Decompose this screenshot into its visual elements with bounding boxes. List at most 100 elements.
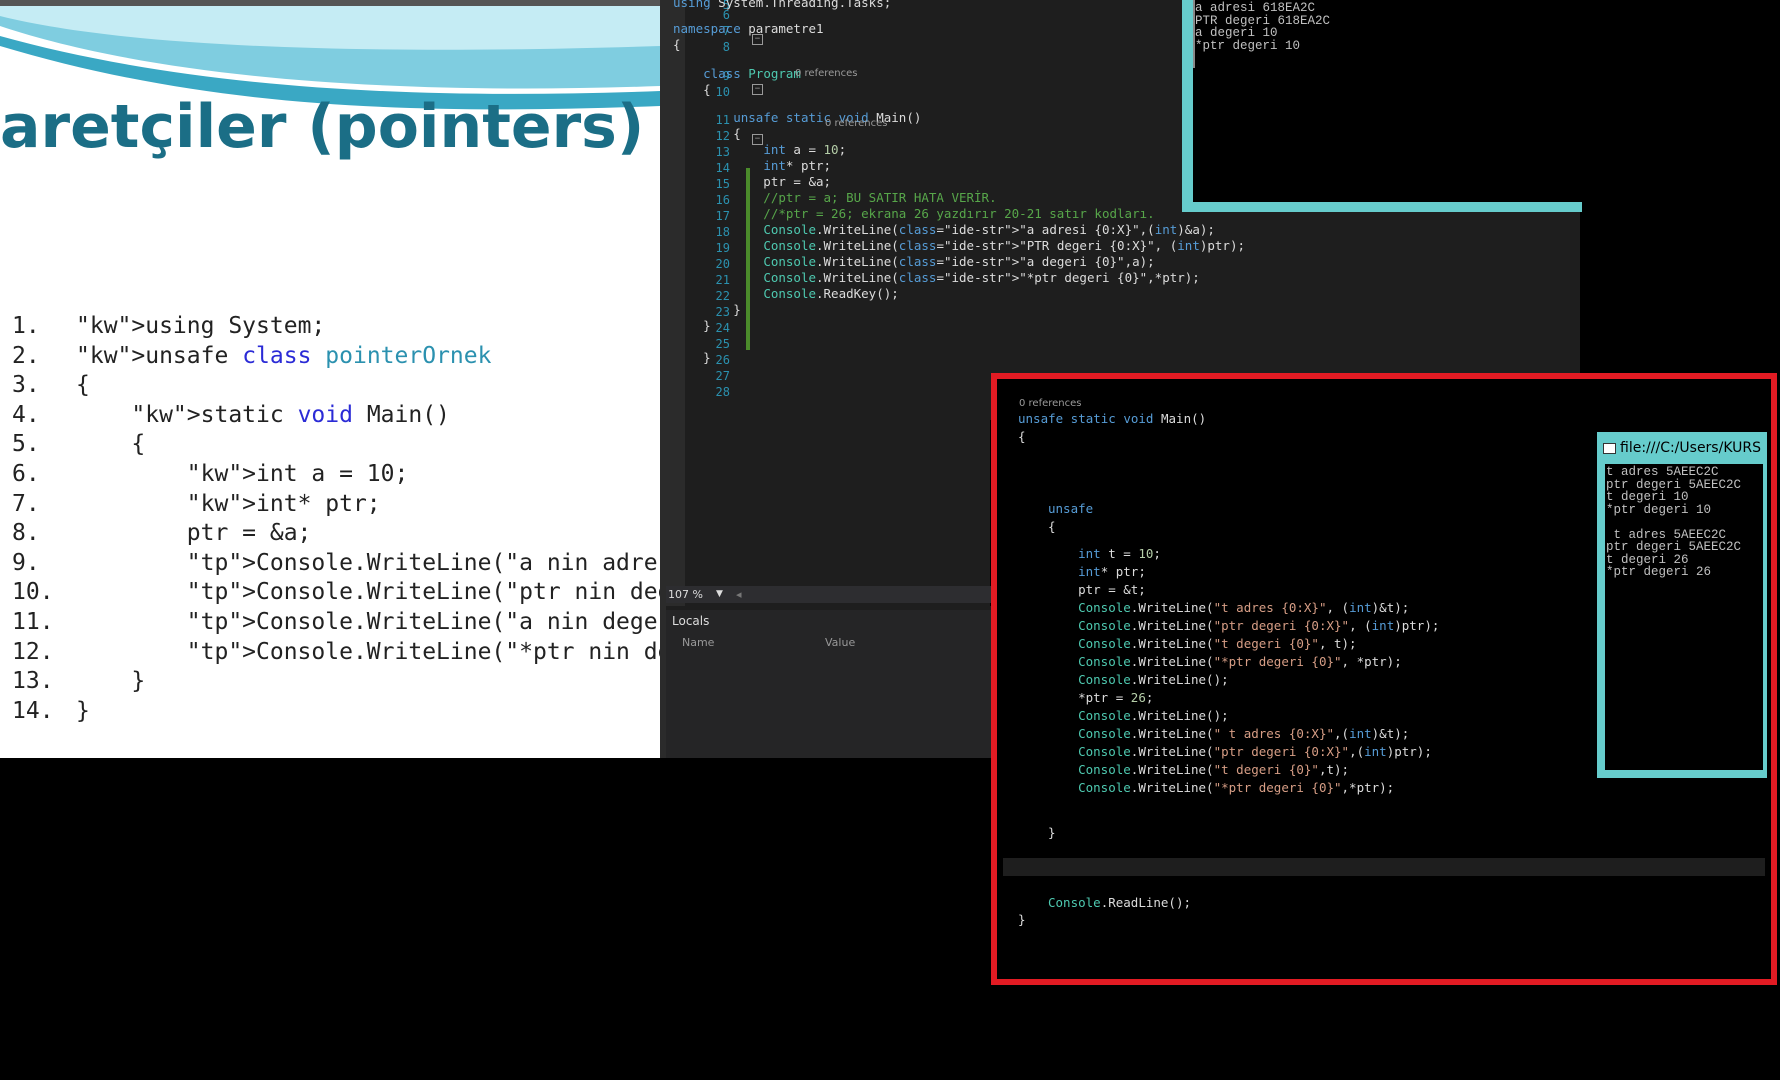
- editor-code-line: }: [673, 318, 711, 333]
- open-brace: {: [1018, 429, 1026, 444]
- slide-code-line: 12. "tp">Console.WriteLine("*ptr nin deg…: [12, 638, 660, 668]
- slide-line-number: 1.: [12, 313, 40, 339]
- slide-line-text: {: [76, 372, 90, 399]
- slide-line-text: }: [76, 697, 90, 724]
- fold-toggle-icon[interactable]: −: [752, 84, 763, 95]
- slide-line-number: 3.: [12, 372, 40, 399]
- slide-line-text: "tp">Console.WriteLine("a nin degeri: [186, 608, 660, 635]
- slide-line-number: 8.: [12, 520, 40, 547]
- locals-column-value[interactable]: Value: [825, 636, 855, 649]
- unsafe-code-line: *ptr = 26;: [1048, 690, 1154, 705]
- slide-line-number: 10.: [12, 579, 54, 606]
- zoom-bar: 107 % ▼ ◂: [666, 586, 996, 603]
- slide-line-text: "kw">unsafe class pointerOrnek: [76, 342, 492, 369]
- unsafe-code-line: Console.WriteLine();: [1078, 672, 1229, 687]
- slide-line-text: "tp">Console.WriteLine("*ptr nin dege: [186, 638, 660, 665]
- slide-code-line: 6. "kw">int a = 10;: [12, 460, 660, 490]
- unsafe-code-line: Console.WriteLine("ptr degeri {0:X}",(in…: [1078, 744, 1432, 759]
- slide-code-line: 11. "tp">Console.WriteLine("a nin degeri: [12, 608, 660, 638]
- slide-line-number: 6.: [12, 460, 40, 487]
- slide-line-number: 4.: [12, 401, 40, 428]
- slide-code-line: 5. {: [12, 430, 660, 460]
- unsafe-code-line: unsafe: [1048, 501, 1094, 516]
- slide-line-text: }: [76, 668, 146, 695]
- slide-code-line: 10. "tp">Console.WriteLine("ptr nin dege…: [12, 578, 660, 608]
- console-2-title: file:///C:/Users/KURS: [1620, 440, 1761, 456]
- locals-title: Locals: [672, 614, 710, 628]
- current-line-highlight: [1003, 858, 1765, 876]
- editor-code-line: using System.Threading.Tasks;: [673, 0, 892, 10]
- scroll-left-icon[interactable]: ◂: [736, 586, 742, 603]
- slide-line-number: 5.: [12, 431, 40, 458]
- slide-code-line: 3. {: [12, 371, 660, 401]
- slide-code-line: 9. "tp">Console.WriteLine("a nin adresi: [12, 549, 660, 579]
- slide-line-text: ptr = &a;: [76, 520, 312, 547]
- slide-line-text: "tp">Console.WriteLine("a nin adresi: [186, 549, 660, 576]
- slide-line-number: 14.: [12, 697, 54, 724]
- unsafe-code-line: ptr = &t;: [1048, 582, 1146, 597]
- console-line: *ptr degeri 10: [1606, 502, 1712, 517]
- locals-column-name[interactable]: Name: [682, 636, 714, 649]
- slide-line-number: 9.: [12, 549, 40, 576]
- slide-code-line: 13. }: [12, 667, 660, 697]
- unsafe-code-line: Console.WriteLine("t degeri {0}",t);: [1078, 762, 1350, 777]
- slide-code-line: 2. "kw">unsafe class pointerOrnek: [12, 342, 660, 372]
- console-line: *ptr degeri 26: [1606, 565, 1712, 579]
- console-line: a degeri 10: [1195, 26, 1278, 40]
- slide-line-text: {: [76, 431, 146, 458]
- editor-code-line: }: [673, 350, 711, 365]
- slide-code-block: 1. "kw">using System; 2. "kw">unsafe class …: [12, 312, 660, 726]
- zoom-level[interactable]: 107 %: [668, 586, 703, 603]
- line-number: 28: [715, 385, 730, 399]
- slide-line-text: "kw">int* ptr;: [186, 490, 381, 517]
- unsafe-code-line: {: [1048, 519, 1056, 534]
- slide-line-number: 11.: [12, 608, 54, 635]
- unsafe-code-line: Console.WriteLine("*ptr degeri {0}", *pt…: [1078, 654, 1402, 669]
- console-2-titlebar[interactable]: file:///C:/Users/KURS: [1597, 432, 1767, 464]
- slide-line-text: "kw">static void Main(): [131, 401, 450, 428]
- main-signature: unsafe static void Main(): [1018, 411, 1207, 426]
- slide-line-text: "tp">Console.WriteLine("ptr nin deger: [186, 579, 660, 606]
- line-number: 8: [722, 40, 730, 54]
- slide-line-number: 13.: [12, 668, 54, 695]
- console-line: t adres 5AEEC2C: [1606, 465, 1719, 479]
- locals-panel: [666, 610, 996, 758]
- close-brace: }: [1018, 912, 1026, 927]
- slide-line-number: 2.: [12, 342, 40, 369]
- slide-code-line: 14.}: [12, 697, 660, 727]
- slide-code-line: 8. ptr = &a;: [12, 519, 660, 549]
- console-line: *ptr degeri 10: [1195, 38, 1301, 53]
- editor-code-line: namespace parametre1: [673, 21, 824, 36]
- console-1-output: a adresi 618EA2C PTR degeri 618EA2C a dege…: [1195, 2, 1330, 52]
- slide-code-line: 7. "kw">int* ptr;: [12, 490, 660, 520]
- slide-code-line: 1. "kw">using System;: [12, 312, 660, 342]
- slide-line-text: "kw">int a = 10;: [186, 460, 409, 487]
- unsafe-code-line: Console.WriteLine("t degeri {0}", t);: [1078, 636, 1357, 651]
- console-2-output: t adres 5AEEC2C ptr degeri 5AEEC2C t deger…: [1606, 466, 1741, 579]
- readline-call: Console.ReadLine();: [1048, 895, 1191, 910]
- unsafe-code-line: int* ptr;: [1078, 564, 1146, 579]
- codelens-references[interactable]: 0 references: [825, 118, 888, 129]
- unsafe-code-line: Console.WriteLine();: [1078, 708, 1229, 723]
- slide-line-number: 7.: [12, 490, 40, 517]
- console-line: a adresi 618EA2C: [1195, 1, 1316, 15]
- panel-splitter[interactable]: [666, 606, 996, 610]
- editor-code-line: {: [673, 82, 711, 97]
- unsafe-code-line: int t = 10;: [1078, 546, 1161, 561]
- codelens-references[interactable]: 0 references: [1019, 398, 1082, 409]
- zoom-dropdown-icon[interactable]: ▼: [716, 586, 723, 603]
- slide-line-number: 12.: [12, 638, 54, 665]
- unsafe-code-line: Console.WriteLine("ptr degeri {0:X}", (i…: [1078, 618, 1440, 633]
- line-number: 10: [715, 85, 730, 99]
- codelens-references[interactable]: 0 references: [795, 68, 858, 79]
- unsafe-code-line: Console.WriteLine(" t adres {0:X}",(int)…: [1078, 726, 1410, 741]
- close-inner-brace: }: [1048, 825, 1056, 840]
- console-line: t degeri 10: [1606, 490, 1689, 504]
- console-line: ptr degeri 5AEEC2C: [1606, 540, 1742, 554]
- slide-title: aretçiler (pointers): [0, 92, 645, 162]
- slide-code-line: 4. "kw">static void Main(): [12, 401, 660, 431]
- presentation-slide: aretçiler (pointers) 1. "kw">using System…: [0, 0, 660, 758]
- editor-code-line: {: [673, 37, 681, 52]
- console-app-icon: [1603, 442, 1616, 454]
